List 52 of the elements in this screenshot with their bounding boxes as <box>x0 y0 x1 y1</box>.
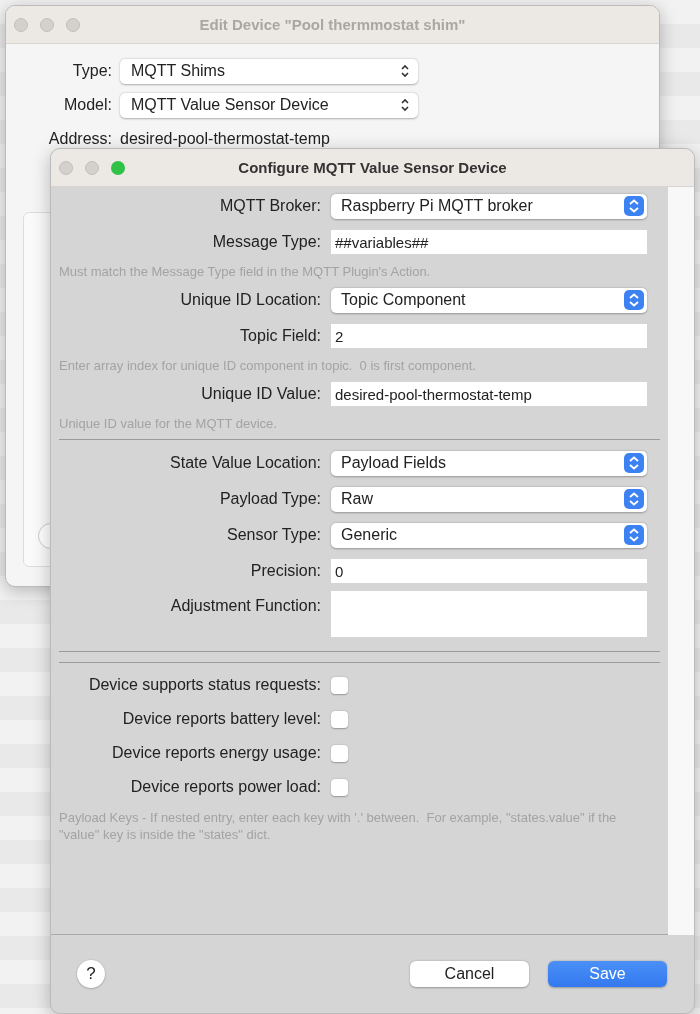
minimize-icon[interactable] <box>40 18 54 32</box>
checkbox[interactable] <box>331 778 348 796</box>
zoom-icon[interactable] <box>111 161 125 175</box>
popup-menu[interactable]: Topic Component <box>331 287 647 313</box>
chevron-icon <box>624 196 644 216</box>
close-icon[interactable] <box>14 18 28 32</box>
popup-menu[interactable]: Raspberry Pi MQTT broker <box>331 193 647 219</box>
checkbox-label: Device reports power load: <box>129 778 321 796</box>
chevron-icon <box>624 290 644 310</box>
field-label: Type: <box>71 62 113 80</box>
checkbox-label: Device reports energy usage: <box>111 744 321 762</box>
input-field[interactable]: ##variables## <box>331 230 647 254</box>
checkbox[interactable] <box>331 676 348 694</box>
minimize-icon[interactable] <box>85 161 99 175</box>
checkbox-label: Device reports battery level: <box>121 710 321 728</box>
popup-menu[interactable]: MQTT Value Sensor Device <box>120 92 418 118</box>
input-field[interactable]: 0 <box>331 559 647 583</box>
field-label: Payload Type: <box>218 490 321 508</box>
text-area[interactable] <box>331 591 647 637</box>
window-title: Edit Device "Pool thermmostat shim" <box>199 16 466 33</box>
chevron-icon <box>624 489 644 509</box>
input-field[interactable]: desired-pool-thermostat-temp <box>331 382 647 406</box>
zoom-icon[interactable] <box>66 18 80 32</box>
field-label: Topic Field: <box>239 327 321 345</box>
address-value: desired-pool-thermostat-temp <box>120 130 330 148</box>
close-icon[interactable] <box>59 161 73 175</box>
window-title: Configure MQTT Value Sensor Device <box>238 159 507 176</box>
popup-menu[interactable]: Generic <box>331 522 647 548</box>
field-label: Model: <box>62 96 113 114</box>
checkbox[interactable] <box>331 744 348 762</box>
field-label: Unique ID Value: <box>200 385 321 403</box>
checkbox-label: Device supports status requests: <box>87 676 321 694</box>
save-button[interactable]: Save <box>548 961 667 987</box>
field-label: Address: <box>47 130 113 148</box>
chevron-icon <box>400 64 410 78</box>
field-label: Adjustment Function: <box>169 596 321 615</box>
input-field[interactable]: 2 <box>331 324 647 348</box>
popup-menu[interactable]: Payload Fields <box>331 450 647 476</box>
field-label: MQTT Broker: <box>218 197 321 215</box>
popup-menu[interactable]: MQTT Shims <box>120 58 418 84</box>
field-label: Sensor Type: <box>226 526 321 544</box>
popup-menu[interactable]: Raw <box>331 486 647 512</box>
field-label: Message Type: <box>211 233 321 251</box>
chevron-icon <box>624 525 644 545</box>
checkbox[interactable] <box>331 710 348 728</box>
field-label: Unique ID Location: <box>179 291 321 309</box>
help-button[interactable]: ? <box>77 960 105 988</box>
chevron-icon <box>400 98 410 112</box>
field-label: Precision: <box>249 562 321 580</box>
field-label: State Value Location: <box>169 454 321 472</box>
cancel-button[interactable]: Cancel <box>410 961 529 987</box>
chevron-icon <box>624 453 644 473</box>
